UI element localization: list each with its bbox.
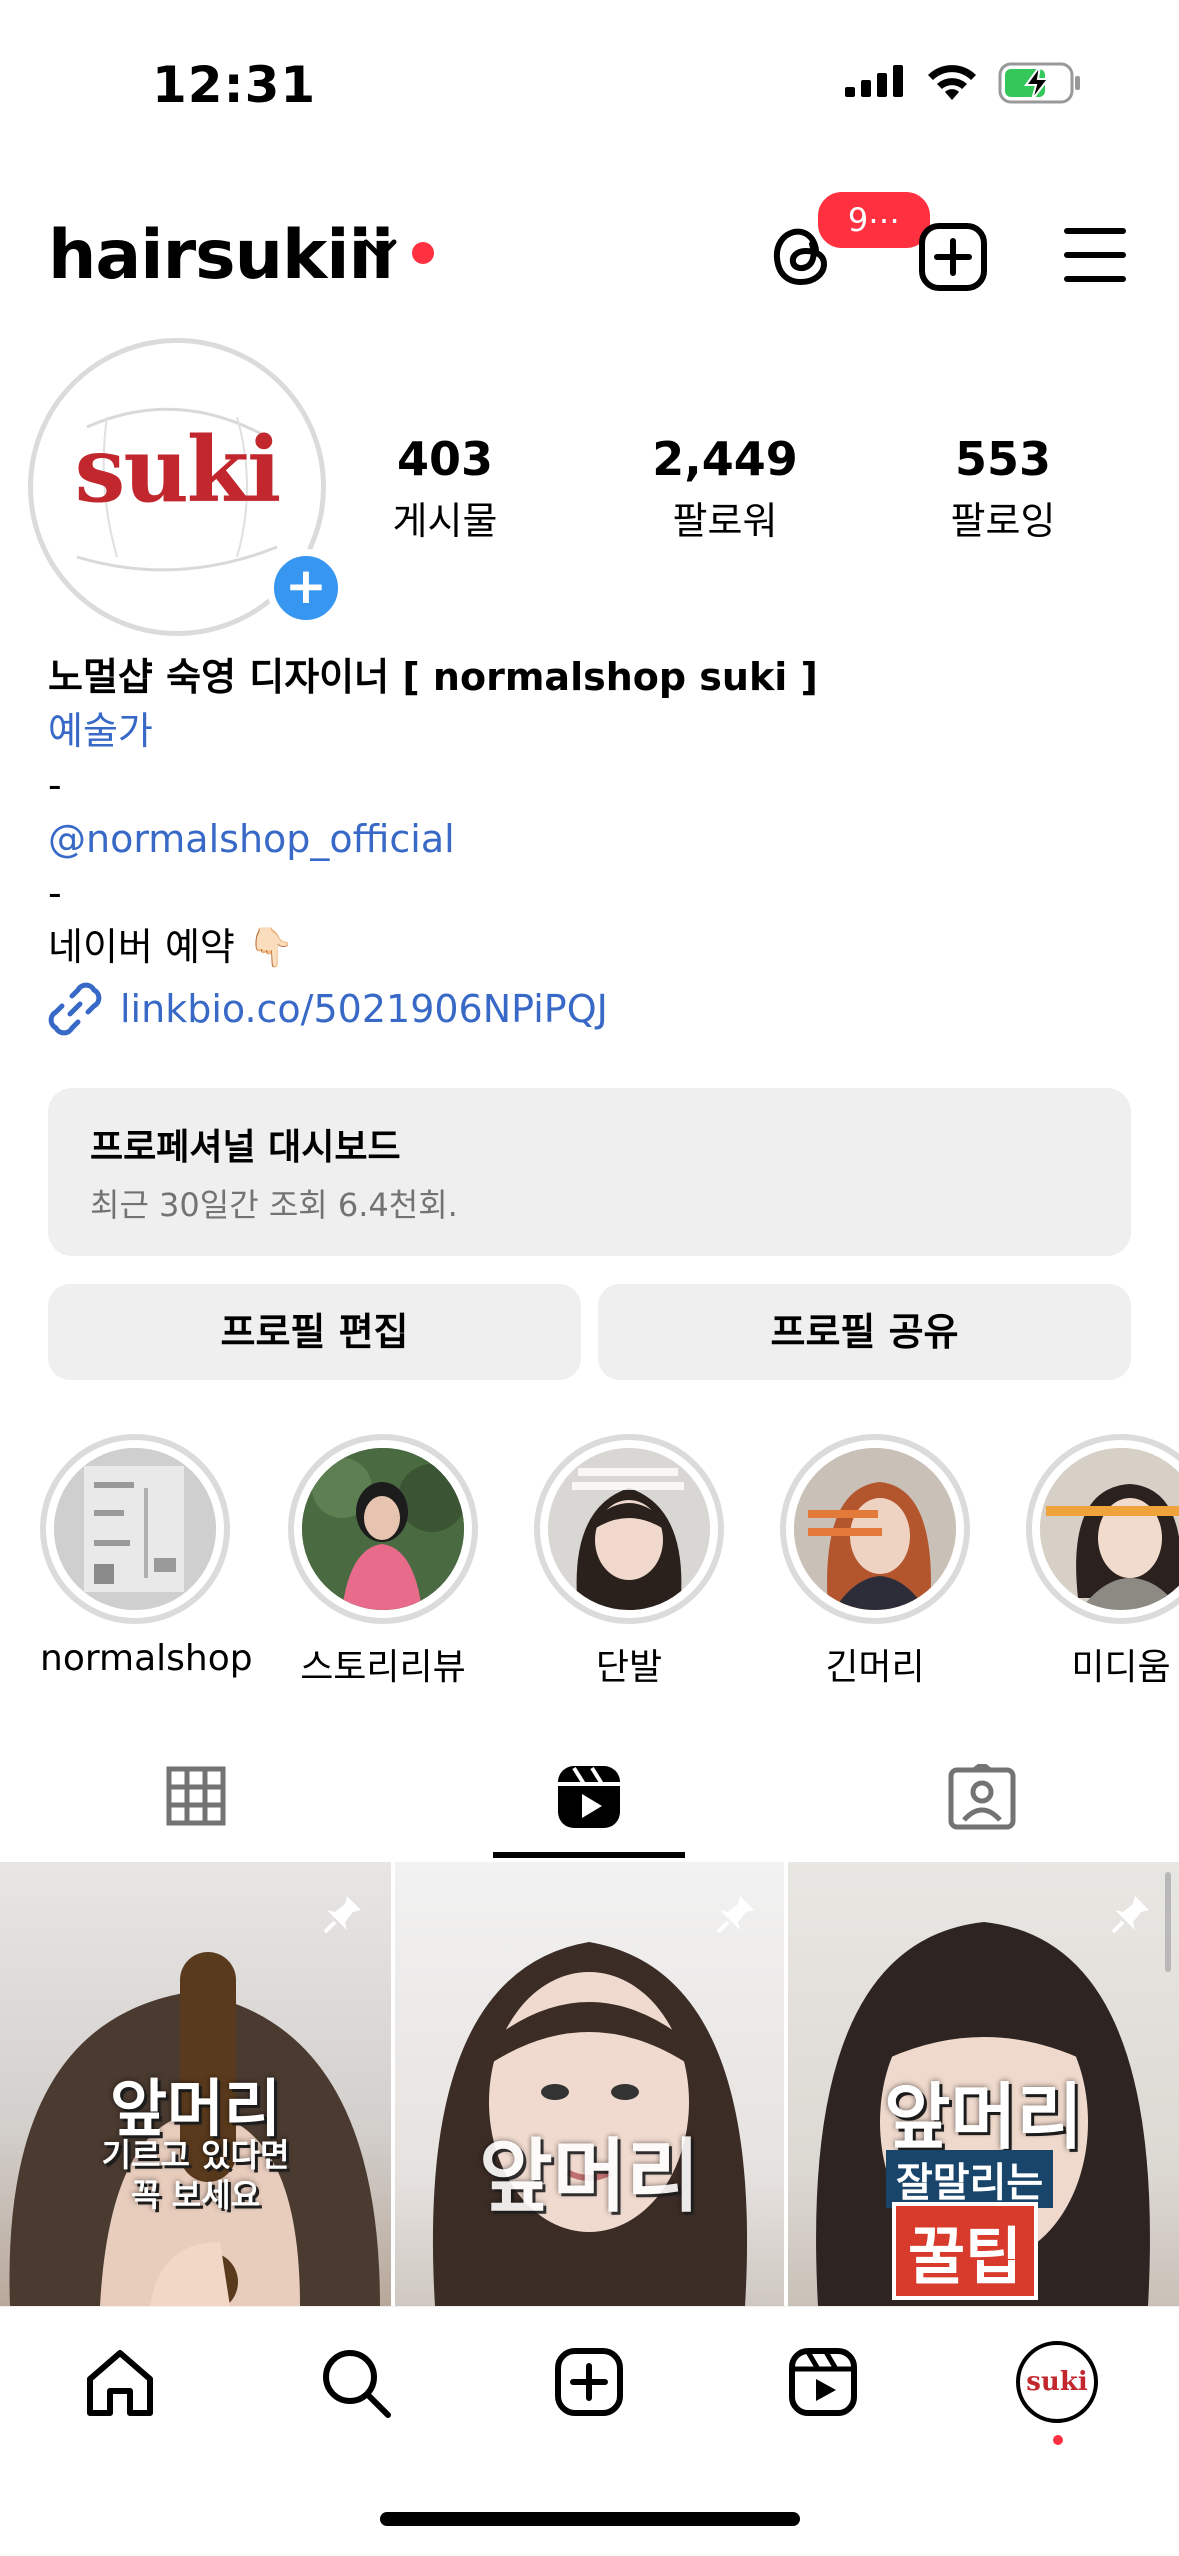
posts-count: 403 [396,432,494,486]
profile-nav-avatar-text: suki [1026,2367,1088,2397]
active-tab-indicator [493,1852,685,1858]
pin-icon [1111,1896,1149,1934]
avatar-logo-text: suki [74,417,282,523]
link-url: linkbio.co/5021906NPiPQJ [120,987,608,1031]
followers-label: 팔로워 [672,499,778,543]
add-story-icon[interactable]: + [267,549,345,627]
reel-subtitle: 꼭 보세요 [131,2176,260,2214]
unread-dot [412,242,434,264]
highlight-item[interactable]: normalshop [40,1434,253,1679]
create-post-icon[interactable] [918,222,988,292]
posts-label: 게시물 [392,499,498,543]
tagged-icon[interactable] [948,1764,1016,1830]
content-tabs [0,1744,1179,1862]
profile-nav-dot [1053,2435,1063,2445]
bio-mention-link[interactable]: @normalshop_official [48,812,1148,866]
following-count: 553 [954,432,1052,486]
home-indicator [380,2512,800,2526]
cellular-signal-icon [845,65,903,97]
highlight-thumbnail [794,1448,956,1610]
menu-icon[interactable] [1064,226,1126,284]
highlight-label: 스토리리뷰 [300,1647,466,1688]
create-icon[interactable] [554,2347,624,2417]
profile-header: hairsukiii 9⋯ [0,188,1179,310]
profile-avatar[interactable]: suki + [28,338,345,636]
share-profile-button[interactable]: 프로필 공유 [598,1284,1131,1380]
stat-followers[interactable]: 2,449 팔로워 [630,432,820,545]
status-time: 12:31 [152,56,317,114]
stat-following[interactable]: 553 팔로잉 [918,432,1088,545]
reels-nav-icon[interactable] [788,2347,858,2417]
chevron-down-icon[interactable] [362,238,398,262]
home-icon[interactable] [84,2347,156,2419]
highlight-label: 미디움 [1071,1647,1171,1688]
username-switcher[interactable]: hairsukiii [48,216,394,295]
link-icon [48,982,102,1036]
reel-highlight-text: 꿀팁 [892,2202,1039,2300]
reels-icon[interactable] [556,1764,622,1830]
reel-title: 앞머리 [884,2075,1083,2159]
highlight-label: 긴머리 [825,1647,925,1688]
status-bar: 12:31 [0,0,1179,150]
highlight-thumbnail [302,1448,464,1610]
profile-bio: 노멀샵 숙영 디자이너 [ normalshop suki ] 예술가 - @n… [48,650,1148,1036]
battery-icon [998,62,1080,104]
reel-title: 앞머리 [479,2130,700,2223]
highlight-item[interactable]: 단발 [534,1434,724,1690]
highlight-thumbnail [54,1448,216,1610]
bio-dash: - [48,763,62,807]
highlight-thumbnail [548,1448,710,1610]
dashboard-subtitle: 최근 30일간 조회 6.4천회. [90,1186,458,1224]
professional-dashboard-card[interactable]: 프로페셔널 대시보드 최근 30일간 조회 6.4천회. [48,1088,1131,1256]
bio-reservation-text: 네이버 예약 👇🏻 [48,925,295,969]
highlight-label: 단발 [595,1647,663,1688]
grid-icon[interactable] [166,1766,226,1826]
reel-thumbnail[interactable]: 앞머리 기르고 있다면 꼭 보세요 [0,1862,391,2306]
profile-nav-avatar[interactable]: suki [1016,2341,1098,2423]
edit-profile-button[interactable]: 프로필 편집 [48,1284,581,1380]
reel-subtitle: 잘말리는 [886,2150,1054,2208]
scrollbar[interactable] [1165,1872,1171,1972]
bio-dash: - [48,871,62,915]
pin-icon [716,1896,754,1934]
display-name: 노멀샵 숙영 디자이너 [ normalshop suki ] [48,655,818,699]
highlight-item[interactable]: 긴머리 [780,1434,970,1690]
stat-posts[interactable]: 403 게시물 [360,432,530,545]
reel-thumbnail[interactable]: 앞머리 잘말리는 꿀팁 [788,1862,1179,2306]
highlight-thumbnail [1040,1448,1179,1610]
profile-category[interactable]: 예술가 [48,704,1148,758]
bio-external-link[interactable]: linkbio.co/5021906NPiPQJ [48,982,1148,1036]
highlight-item[interactable]: 미디움 [1026,1434,1179,1690]
wifi-icon [928,65,976,100]
reel-thumbnail[interactable]: 앞머리 [395,1862,784,2306]
followers-count: 2,449 [652,432,798,486]
dashboard-title: 프로페셔널 대시보드 [90,1127,401,1168]
notification-badge: 9⋯ [814,188,934,252]
highlight-item[interactable]: 스토리리뷰 [288,1434,478,1690]
pin-icon [323,1896,361,1934]
highlight-label: normalshop [40,1638,253,1679]
reels-grid: 앞머리 기르고 있다면 꼭 보세요 앞머리 앞머리 잘말리는 꿀팁 [0,1862,1179,2306]
search-icon[interactable] [320,2347,392,2419]
following-label: 팔로잉 [950,499,1056,543]
